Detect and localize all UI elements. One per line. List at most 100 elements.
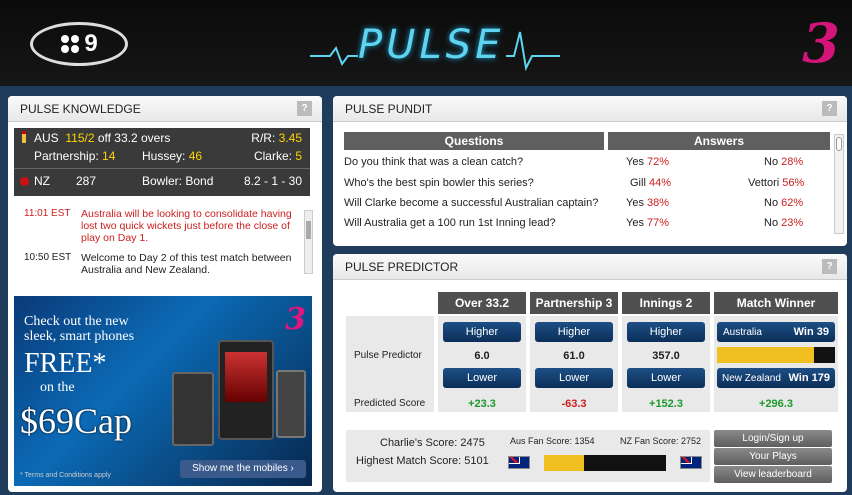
three-ad-logo: 3 xyxy=(285,302,306,337)
help-icon[interactable]: ? xyxy=(822,259,837,274)
answer-percent: 38% xyxy=(647,197,670,209)
col-head-innings: Innings 2 xyxy=(622,292,710,314)
lower-button[interactable]: Lower xyxy=(627,368,705,388)
aus-fan-score: Aus Fan Score: 1354 xyxy=(510,436,595,446)
pulse-predictor-label: Pulse Predictor xyxy=(354,350,422,361)
three-brand-logo: 3 xyxy=(802,11,840,75)
match-winner-bar xyxy=(717,347,835,363)
higher-button[interactable]: Higher xyxy=(535,322,613,342)
header: 9 PULSE 3 xyxy=(0,0,852,88)
ad-free: FREE* xyxy=(24,348,107,379)
answer-option: No xyxy=(764,217,779,229)
bowler-figures: 8.2 - 1 - 30 xyxy=(243,174,302,188)
feed-text: Australia and New Zealand. xyxy=(81,264,210,276)
question-text: Will Australia get a 100 run 1st Inning … xyxy=(344,217,556,229)
question-text: Will Clarke become a successful Australi… xyxy=(344,197,599,209)
new-zealand-flag-icon xyxy=(680,456,702,469)
rr-label: R/R: xyxy=(251,131,276,145)
nz-fan-score: NZ Fan Score: 2752 xyxy=(620,436,702,446)
australia-label: Australia xyxy=(723,327,762,338)
feed-text: play on Day 1. xyxy=(81,232,149,244)
new-zealand-label: New Zealand xyxy=(722,373,781,384)
nine-logo-label: 9 xyxy=(84,30,98,57)
panel-title: PULSE PUNDIT xyxy=(345,102,433,116)
partnership-label: Partnership: xyxy=(34,149,99,163)
col-head-partnership: Partnership 3 xyxy=(530,292,618,314)
logo-dots-icon xyxy=(60,34,80,54)
ad-on-the: on the xyxy=(40,380,75,395)
higher-button[interactable]: Higher xyxy=(443,322,521,342)
feed-text: Welcome to Day 2 of this test match betw… xyxy=(81,252,292,264)
pulse-title: PULSE xyxy=(358,22,505,68)
pulse-logo: PULSE xyxy=(310,18,560,72)
feed-text: lost two quick wickets just before the c… xyxy=(81,220,290,232)
lower-button[interactable]: Lower xyxy=(535,368,613,388)
ad-terms: * Terms and Conditions apply xyxy=(20,472,111,479)
higher-button[interactable]: Higher xyxy=(627,322,705,342)
ad-line1: Check out the new xyxy=(24,314,129,329)
hussey-value: 46 xyxy=(188,149,203,163)
australia-win-button[interactable]: Australia Win 39 xyxy=(717,322,835,342)
scrollbar-thumb[interactable] xyxy=(836,137,842,151)
australia-win-value: Win 39 xyxy=(793,326,829,338)
predicted-score: +296.3 xyxy=(759,398,793,410)
answer-percent: 56% xyxy=(782,177,805,189)
scrollbar-thumb[interactable] xyxy=(306,221,311,239)
phone-advertisement[interactable]: Check out the new sleek, smart phones FR… xyxy=(14,296,312,486)
cricket-ball-icon xyxy=(20,177,29,186)
feed-time: 11:01 EST xyxy=(24,208,71,219)
answer-percent: 23% xyxy=(781,217,804,229)
phone-image xyxy=(276,370,306,438)
predicted-score: +23.3 xyxy=(468,398,496,410)
panel-title: PULSE KNOWLEDGE xyxy=(20,102,141,116)
answer-option: Gill xyxy=(630,177,646,189)
fan-score-bar xyxy=(544,455,666,471)
panel-header: PULSE PUNDIT ? xyxy=(333,96,847,122)
answer-option: No xyxy=(764,156,779,168)
highest-score: Highest Match Score: 5101 xyxy=(356,455,489,467)
predicted-score: -63.3 xyxy=(561,398,587,410)
aus-team: AUS xyxy=(34,131,59,145)
answer-percent: 62% xyxy=(781,197,804,209)
help-icon[interactable]: ? xyxy=(297,101,312,116)
view-leaderboard-button[interactable]: View leaderboard xyxy=(714,466,832,483)
answer-percent: 44% xyxy=(648,177,671,189)
col-head-over: Over 33.2 xyxy=(438,292,526,314)
predicted-score-label: Predicted Score xyxy=(354,398,426,409)
question-text: Who's the best spin bowler this series? xyxy=(344,177,534,189)
bat-icon xyxy=(22,131,26,143)
answer-option: No xyxy=(764,197,779,209)
rr-value: 3.45 xyxy=(278,131,302,145)
australia-flag-icon xyxy=(508,456,530,469)
clarke-label: Clarke: xyxy=(253,149,292,163)
nine-network-logo[interactable]: 9 xyxy=(30,22,128,66)
bowler-label: Bowler: Bond xyxy=(142,174,214,188)
col-head-match-winner: Match Winner xyxy=(714,292,838,314)
help-icon[interactable]: ? xyxy=(822,101,837,116)
feed-time: 10:50 EST xyxy=(24,252,72,263)
panel-header: PULSE PREDICTOR ? xyxy=(333,254,847,280)
your-plays-button[interactable]: Your Plays xyxy=(714,448,832,465)
feed-scrollbar[interactable] xyxy=(304,210,313,274)
answer-percent: 28% xyxy=(781,156,804,168)
phone-image xyxy=(172,372,214,446)
panel-header: PULSE KNOWLEDGE ? xyxy=(8,96,322,122)
answer-option: Vettori xyxy=(748,177,780,189)
pundit-scrollbar[interactable] xyxy=(834,134,844,234)
login-signup-button[interactable]: Login/Sign up xyxy=(714,430,832,447)
new-zealand-win-button[interactable]: New Zealand Win 179 xyxy=(717,368,835,388)
questions-header: Questions xyxy=(344,132,604,150)
pulse-value: 6.0 xyxy=(474,350,490,362)
show-mobiles-button[interactable]: Show me the mobiles › xyxy=(180,460,306,478)
aus-overs: off 33.2 overs xyxy=(97,131,171,145)
clarke-value: 5 xyxy=(295,149,302,163)
aus-score: 115/2 xyxy=(65,131,95,145)
charlie-score: Charlie's Score: 2475 xyxy=(380,437,485,449)
australia-share-fill xyxy=(717,347,814,363)
lower-button[interactable]: Lower xyxy=(443,368,521,388)
answer-option: Yes xyxy=(626,156,644,168)
feed-text: Australia will be looking to consolidate… xyxy=(81,208,292,220)
commentary-feed: 11:01 EST Australia will be looking to co… xyxy=(14,200,316,286)
answer-percent: 77% xyxy=(647,217,670,229)
answers-header: Answers xyxy=(608,132,830,150)
